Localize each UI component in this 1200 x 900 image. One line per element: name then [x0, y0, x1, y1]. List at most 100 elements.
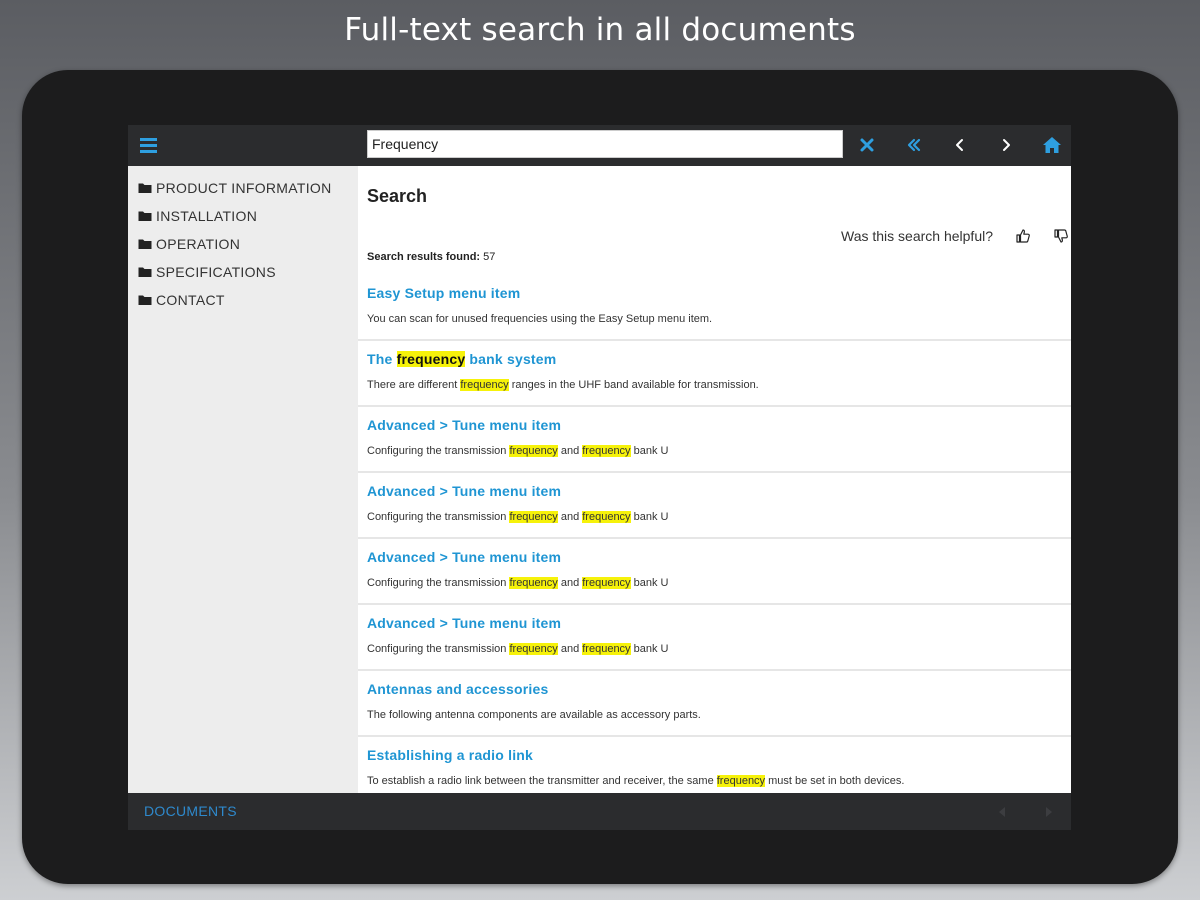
- helpful-question: Was this search helpful?: [841, 228, 993, 244]
- result-snippet-text: must be set in both devices.: [765, 775, 905, 787]
- result-snippet: Configuring the transmission frequency a…: [367, 445, 668, 457]
- result-snippet: There are different frequency ranges in …: [367, 379, 759, 391]
- result-title-text: Advanced > Tune menu item: [367, 615, 562, 631]
- search-term-highlight: frequency: [509, 577, 558, 589]
- search-term-highlight: frequency: [396, 351, 466, 367]
- home-icon: [1043, 137, 1061, 153]
- result-snippet: The following antenna components are ava…: [367, 709, 701, 721]
- results-count-label: Search results found:: [367, 251, 481, 263]
- result-snippet-text: bank U: [630, 445, 669, 457]
- result-snippet-text: Configuring the transmission: [367, 445, 510, 457]
- search-term-highlight: frequency: [582, 643, 631, 655]
- result-title-link[interactable]: Easy Setup menu item: [367, 285, 520, 301]
- sidebar-item-specifications[interactable]: SPECIFICATIONS: [138, 262, 276, 282]
- search-term-highlight: frequency: [582, 445, 631, 457]
- folder-icon: [138, 239, 152, 249]
- search-result[interactable]: Easy Setup menu item You can scan for unu…: [358, 275, 1071, 341]
- result-snippet: To establish a radio link between the tr…: [367, 775, 904, 787]
- result-snippet-text: There are different: [367, 379, 461, 391]
- page-back-icon[interactable]: [996, 805, 1010, 819]
- thumbs-up-icon[interactable]: [1015, 228, 1031, 244]
- search-term-highlight: frequency: [460, 379, 509, 391]
- folder-icon: [138, 211, 152, 221]
- result-snippet-text: Configuring the transmission: [367, 577, 510, 589]
- search-term-highlight: frequency: [509, 445, 558, 457]
- result-snippet-text: bank U: [630, 577, 669, 589]
- documents-link[interactable]: DOCUMENTS: [144, 803, 237, 819]
- search-term-highlight: frequency: [582, 511, 631, 523]
- home-button[interactable]: [1037, 130, 1067, 160]
- top-toolbar: [128, 125, 1071, 166]
- result-snippet-text: and: [557, 445, 583, 457]
- result-snippet-text: The following antenna components are ava…: [367, 709, 701, 721]
- sidebar-item-contact[interactable]: CONTACT: [138, 290, 225, 310]
- page-title: Search: [367, 186, 428, 206]
- result-snippet: Configuring the transmission frequency a…: [367, 577, 668, 589]
- result-title-link[interactable]: Advanced > Tune menu item: [367, 549, 561, 565]
- result-title-text: Easy Setup menu item: [367, 285, 521, 301]
- sidebar-item-operation[interactable]: OPERATION: [138, 234, 240, 254]
- search-input[interactable]: [367, 130, 843, 158]
- result-title-link[interactable]: Advanced > Tune menu item: [367, 483, 561, 499]
- result-snippet-text: and: [557, 643, 583, 655]
- result-title-link[interactable]: Antennas and accessories: [367, 681, 548, 697]
- page-forward-icon[interactable]: [1041, 805, 1055, 819]
- headline: Full-text search in all documents: [344, 12, 856, 48]
- app-screen: PRODUCT INFORMATION INSTALLATION OPERATI…: [128, 125, 1071, 830]
- result-snippet-text: bank U: [630, 643, 669, 655]
- sidebar-item-label: OPERATION: [156, 236, 241, 252]
- menu-icon[interactable]: [138, 134, 160, 156]
- clear-search-button[interactable]: [852, 130, 882, 160]
- search-results-list: Easy Setup menu item You can scan for unu…: [358, 275, 1071, 793]
- result-title-link[interactable]: The frequency bank system: [367, 351, 556, 367]
- result-snippet-text: You can scan for unused frequencies usin…: [367, 313, 713, 325]
- results-count-value: 57: [483, 251, 496, 263]
- result-title-text: Advanced > Tune menu item: [367, 549, 562, 565]
- chevron-left-icon: [956, 139, 963, 151]
- search-result[interactable]: Advanced > Tune menu item Configuring the…: [358, 473, 1071, 539]
- search-term-highlight: frequency: [582, 577, 631, 589]
- sidebar-item-label: PRODUCT INFORMATION: [156, 180, 332, 196]
- search-result[interactable]: Establishing a radio link To establish a …: [358, 737, 1071, 793]
- result-snippet-text: ranges in the UHF band available for tra…: [508, 379, 759, 391]
- result-snippet-text: Configuring the transmission: [367, 643, 510, 655]
- sidebar-item-product-information[interactable]: PRODUCT INFORMATION: [138, 178, 332, 198]
- search-term-highlight: frequency: [509, 643, 558, 655]
- chevron-right-icon: [1003, 139, 1010, 151]
- result-title-link[interactable]: Establishing a radio link: [367, 747, 533, 763]
- thumbs-down-icon[interactable]: [1053, 228, 1069, 244]
- bottom-bar: DOCUMENTS: [128, 793, 1071, 830]
- previous-button[interactable]: [945, 130, 975, 160]
- result-title-text: Antennas and accessories: [367, 681, 549, 697]
- result-snippet-text: and: [557, 511, 583, 523]
- first-result-button[interactable]: [899, 130, 929, 160]
- result-snippet-text: and: [557, 577, 583, 589]
- result-title-text: bank system: [465, 351, 557, 367]
- sidebar-item-label: SPECIFICATIONS: [156, 264, 276, 280]
- result-title-text: Advanced > Tune menu item: [367, 483, 562, 499]
- sidebar-item-label: CONTACT: [156, 292, 225, 308]
- main-content: Search Was this search helpful? Search r…: [358, 166, 1071, 793]
- result-snippet: Configuring the transmission frequency a…: [367, 511, 668, 523]
- results-count: Search results found: 57: [367, 251, 495, 263]
- search-result[interactable]: Advanced > Tune menu item Configuring the…: [358, 407, 1071, 473]
- search-result[interactable]: Antennas and accessories The following an…: [358, 671, 1071, 737]
- result-snippet: You can scan for unused frequencies usin…: [367, 313, 712, 325]
- search-term-highlight: frequency: [509, 511, 558, 523]
- result-title-link[interactable]: Advanced > Tune menu item: [367, 615, 561, 631]
- result-snippet-text: To establish a radio link between the tr…: [367, 775, 717, 787]
- result-title-link[interactable]: Advanced > Tune menu item: [367, 417, 561, 433]
- search-result[interactable]: Advanced > Tune menu item Configuring the…: [358, 605, 1071, 671]
- folder-icon: [138, 295, 152, 305]
- folder-icon: [138, 267, 152, 277]
- search-result[interactable]: Advanced > Tune menu item Configuring the…: [358, 539, 1071, 605]
- sidebar-item-installation[interactable]: INSTALLATION: [138, 206, 257, 226]
- next-button[interactable]: [991, 130, 1021, 160]
- result-title-text: The: [367, 351, 397, 367]
- search-result[interactable]: The frequency bank system There are diffe…: [358, 341, 1071, 407]
- sidebar: PRODUCT INFORMATION INSTALLATION OPERATI…: [128, 166, 358, 793]
- result-snippet: Configuring the transmission frequency a…: [367, 643, 668, 655]
- search-term-highlight: frequency: [716, 775, 766, 787]
- result-title-text: Advanced > Tune menu item: [367, 417, 562, 433]
- result-snippet-text: Configuring the transmission: [367, 511, 510, 523]
